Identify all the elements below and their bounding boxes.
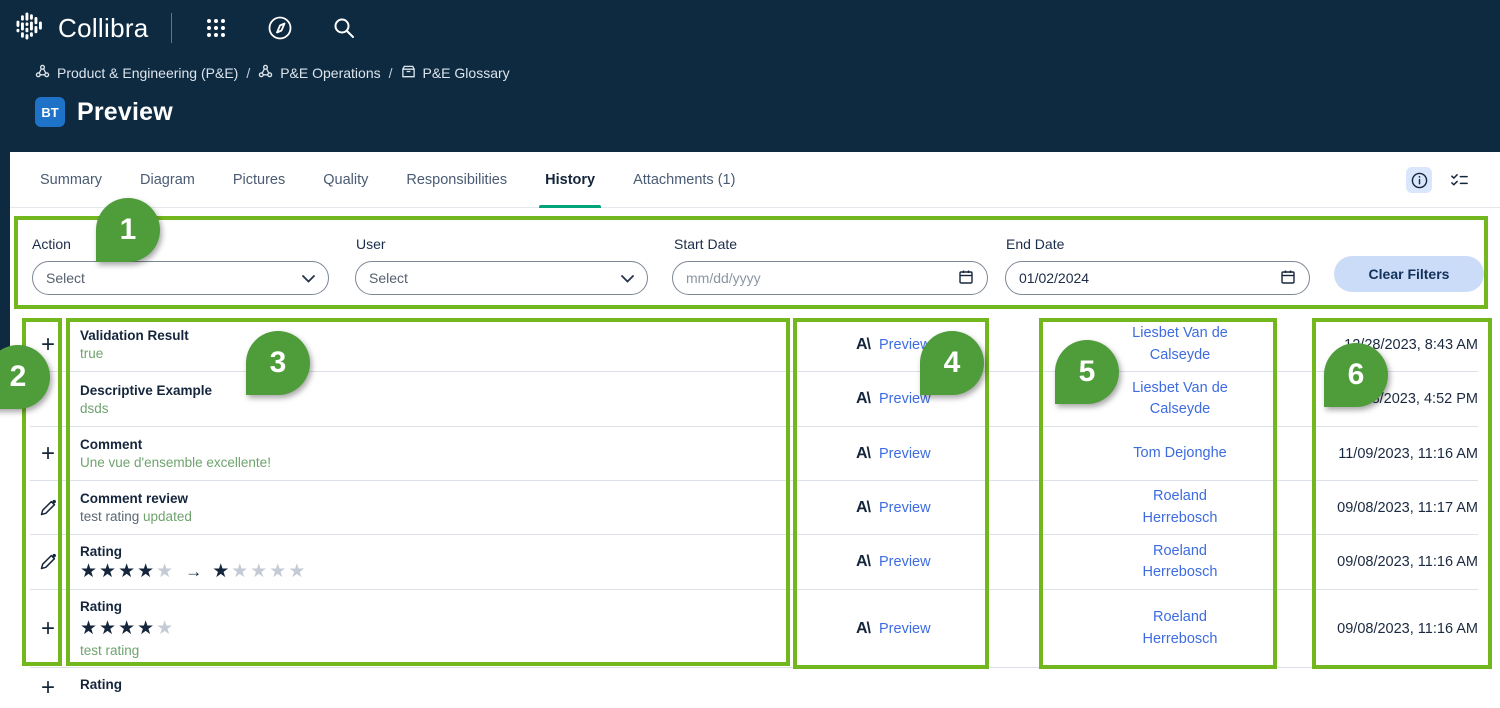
asset-preview-icon: A\ bbox=[856, 445, 870, 463]
timestamp: 09/08/2023, 11:16 AM bbox=[1300, 590, 1478, 667]
asset-preview-icon: A\ bbox=[856, 499, 870, 517]
timestamp: 09/08/2023, 11:17 AM bbox=[1300, 481, 1478, 534]
history-attribute: Rating bbox=[80, 677, 780, 692]
page: Collibra bbox=[0, 0, 1500, 686]
breadcrumb-item-community[interactable]: Product & Engineering (P&E) bbox=[35, 64, 238, 82]
timestamp: 11/09/2023, 11:16 AM bbox=[1300, 427, 1478, 480]
breadcrumb: Product & Engineering (P&E) / P&E Operat… bbox=[35, 64, 510, 82]
plus-icon: + bbox=[30, 590, 66, 667]
user-link[interactable]: Roeland Herrebosch bbox=[1117, 607, 1243, 649]
background-strip bbox=[0, 152, 10, 405]
pencil-icon bbox=[30, 535, 66, 589]
table-row: + Rating ★★★★★ test rating A\ Preview Ro… bbox=[30, 590, 1478, 668]
checklist-icon[interactable] bbox=[1446, 167, 1472, 193]
nav-divider bbox=[171, 13, 172, 43]
preview-link[interactable]: Preview bbox=[879, 554, 931, 570]
asset-type-badge: BT bbox=[35, 97, 65, 127]
end-date-label: End Date bbox=[1006, 236, 1064, 252]
search-icon[interactable] bbox=[312, 8, 376, 48]
history-value: Une vue d'ensemble excellente! bbox=[80, 455, 780, 470]
domain-icon bbox=[401, 64, 416, 82]
tab-pictures[interactable]: Pictures bbox=[233, 152, 285, 208]
history-attribute: Comment bbox=[80, 437, 780, 452]
tab-quality[interactable]: Quality bbox=[323, 152, 368, 208]
asset-preview-icon: A\ bbox=[856, 336, 870, 354]
history-value: dsds bbox=[80, 401, 780, 416]
preview-link[interactable]: Preview bbox=[879, 446, 931, 462]
tab-responsibilities[interactable]: Responsibilities bbox=[406, 152, 507, 208]
plus-icon: + bbox=[30, 427, 66, 480]
user-link[interactable]: Roeland Herrebosch bbox=[1117, 541, 1243, 583]
collibra-logo-icon bbox=[12, 8, 48, 49]
history-attribute: Comment review bbox=[80, 491, 780, 506]
preview-link[interactable]: Preview bbox=[879, 621, 931, 637]
breadcrumb-separator: / bbox=[389, 65, 393, 81]
info-icon[interactable] bbox=[1406, 167, 1432, 193]
chevron-down-icon bbox=[302, 270, 315, 286]
history-attribute: Validation Result bbox=[80, 328, 780, 343]
tab-bar: Summary Diagram Pictures Quality Respons… bbox=[10, 152, 1500, 208]
preview-link[interactable]: Preview bbox=[879, 337, 931, 353]
action-filter-select[interactable]: Select bbox=[32, 261, 329, 295]
user-link[interactable]: Liesbet Van de Calseyde bbox=[1117, 378, 1243, 420]
tab-diagram[interactable]: Diagram bbox=[140, 152, 195, 208]
community-icon bbox=[35, 64, 50, 82]
table-row: Rating ★★★★★→★★★★★ A\ Preview Roeland He… bbox=[30, 535, 1478, 590]
calendar-icon bbox=[1280, 269, 1296, 288]
user-filter-select[interactable]: Select bbox=[355, 261, 648, 295]
history-attribute: Rating bbox=[80, 544, 780, 559]
rating-change: ★★★★★→★★★★★ bbox=[80, 562, 780, 581]
arrow-right-icon: → bbox=[185, 563, 202, 580]
table-row: Descriptive Example dsds A\ Preview Lies… bbox=[30, 372, 1478, 427]
timestamp: 12/28/2023, 4:52 PM bbox=[1300, 372, 1478, 426]
asset-preview-icon: A\ bbox=[856, 390, 870, 408]
action-filter-label: Action bbox=[32, 236, 71, 252]
table-row: + Rating bbox=[30, 668, 1478, 708]
user-link[interactable]: Roeland Herrebosch bbox=[1117, 486, 1243, 528]
top-navigation-bar: Collibra bbox=[0, 0, 1500, 152]
browse-compass-icon[interactable] bbox=[248, 8, 312, 48]
history-value: test rating bbox=[80, 643, 780, 658]
user-filter-label: User bbox=[356, 236, 386, 252]
chevron-down-icon bbox=[621, 270, 634, 286]
breadcrumb-item-domain[interactable]: P&E Glossary bbox=[401, 64, 510, 82]
collibra-logo[interactable]: Collibra bbox=[12, 8, 149, 49]
history-attribute: Descriptive Example bbox=[80, 383, 780, 398]
history-attribute: Rating bbox=[80, 599, 780, 614]
table-row: Comment review test rating updated A\ Pr… bbox=[30, 481, 1478, 535]
timestamp: 09/08/2023, 11:16 AM bbox=[1300, 535, 1478, 589]
asset-preview-icon: A\ bbox=[856, 553, 870, 571]
calendar-icon bbox=[958, 269, 974, 288]
start-date-label: Start Date bbox=[674, 236, 737, 252]
apps-grid-icon[interactable] bbox=[184, 8, 248, 48]
preview-link[interactable]: Preview bbox=[879, 500, 931, 516]
timestamp: 12/28/2023, 8:43 AM bbox=[1300, 318, 1478, 371]
table-row: + Validation Result true A\ Preview Lies… bbox=[30, 318, 1478, 372]
clear-filters-button[interactable]: Clear Filters bbox=[1334, 256, 1484, 292]
history-value: test rating updated bbox=[80, 509, 780, 524]
pencil-icon bbox=[30, 481, 66, 534]
plus-icon: + bbox=[30, 318, 66, 371]
breadcrumb-separator: / bbox=[246, 65, 250, 81]
collibra-logo-text: Collibra bbox=[58, 13, 149, 44]
tab-history[interactable]: History bbox=[545, 152, 595, 208]
table-row: + Comment Une vue d'ensemble excellente!… bbox=[30, 427, 1478, 481]
end-date-input[interactable]: 01/02/2024 bbox=[1005, 261, 1310, 295]
tab-summary[interactable]: Summary bbox=[40, 152, 102, 208]
community-icon bbox=[258, 64, 273, 82]
plus-icon: + bbox=[30, 668, 66, 708]
user-link[interactable]: Tom Dejonghe bbox=[1117, 443, 1243, 464]
preview-link[interactable]: Preview bbox=[879, 391, 931, 407]
tab-attachments[interactable]: Attachments (1) bbox=[633, 152, 735, 208]
history-value: true bbox=[80, 346, 780, 361]
user-link[interactable]: Liesbet Van de Calseyde bbox=[1117, 323, 1243, 365]
rating: ★★★★★ bbox=[80, 619, 780, 638]
breadcrumb-item-community-2[interactable]: P&E Operations bbox=[258, 64, 380, 82]
start-date-input[interactable]: mm/dd/yyyy bbox=[672, 261, 988, 295]
asset-preview-icon: A\ bbox=[856, 620, 870, 638]
page-title: Preview bbox=[77, 98, 173, 127]
